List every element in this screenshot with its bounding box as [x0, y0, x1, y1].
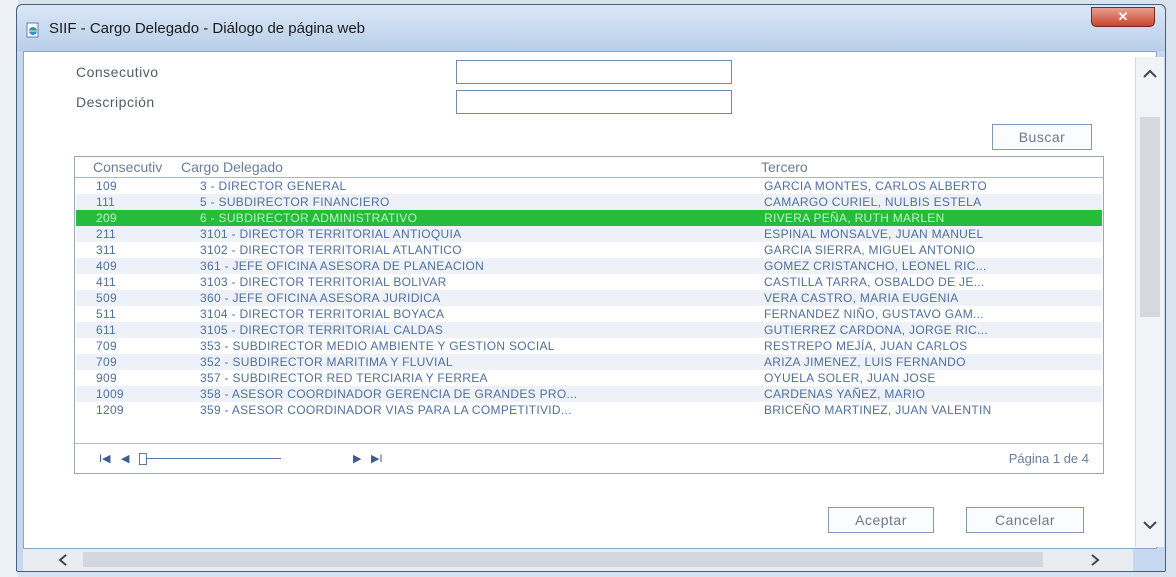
cell-consecutivo: 411 — [96, 275, 117, 289]
cell-tercero: GARCIA MONTES, CARLOS ALBERTO — [764, 179, 987, 193]
table-row[interactable]: 1009 358 - ASESOR COORDINADOR GERENCIA DE… — [76, 386, 1102, 402]
chevron-up-icon[interactable] — [1142, 67, 1158, 79]
table-row[interactable]: 909 357 - SUBDIRECTOR RED TERCIARIA Y FER… — [76, 370, 1102, 386]
cell-cargo: 359 - ASESOR COORDINADOR VIAS PARA LA CO… — [200, 403, 572, 417]
first-page-icon[interactable]: I◀ — [99, 452, 111, 465]
cell-tercero: OYUELA SOLER, JUAN JOSE — [764, 371, 936, 385]
chevron-left-icon[interactable] — [57, 553, 69, 567]
close-icon: ✕ — [1117, 9, 1129, 24]
cell-cargo: 5 - SUBDIRECTOR FINANCIERO — [200, 195, 390, 209]
column-header-tercero[interactable]: Tercero — [761, 159, 808, 175]
cell-consecutivo: 211 — [96, 227, 117, 241]
next-page-icon[interactable]: ▶ — [353, 452, 361, 465]
cell-tercero: GUTIERREZ CARDONA, JORGE RIC... — [764, 323, 988, 337]
cell-cargo: 353 - SUBDIRECTOR MEDIO AMBIENTE Y GESTI… — [200, 339, 555, 353]
cell-consecutivo: 109 — [96, 179, 117, 193]
cell-consecutivo: 709 — [96, 339, 117, 353]
cell-tercero: BRICEÑO MARTINEZ, JUAN VALENTIN — [764, 403, 992, 417]
cell-consecutivo: 909 — [96, 371, 117, 385]
cell-cargo: 3103 - DIRECTOR TERRITORIAL BOLIVAR — [200, 275, 447, 289]
cell-tercero: RESTREPO MEJÍA, JUAN CARLOS — [764, 339, 968, 353]
chevron-right-icon[interactable] — [1089, 553, 1101, 567]
close-button[interactable]: ✕ — [1091, 7, 1155, 27]
vertical-scrollbar[interactable] — [1135, 57, 1164, 547]
cell-cargo: 3101 - DIRECTOR TERRITORIAL ANTIOQUIA — [200, 227, 462, 241]
cell-tercero: FERNANDEZ NIÑO, GUSTAVO GAM... — [764, 307, 984, 321]
cell-consecutivo: 509 — [96, 291, 117, 305]
table-row[interactable]: 211 3101 - DIRECTOR TERRITORIAL ANTIOQUIA… — [76, 226, 1102, 242]
cell-cargo: 360 - JEFE OFICINA ASESORA JURIDICA — [200, 291, 441, 305]
table-row[interactable]: 411 3103 - DIRECTOR TERRITORIAL BOLIVAR CA… — [76, 274, 1102, 290]
cell-consecutivo: 409 — [96, 259, 117, 273]
ie-page-icon — [26, 22, 39, 38]
cell-consecutivo: 709 — [96, 355, 117, 369]
cell-cargo: 357 - SUBDIRECTOR RED TERCIARIA Y FERREA — [200, 371, 488, 385]
chevron-down-icon[interactable] — [1142, 519, 1158, 531]
table-row[interactable]: 511 3104 - DIRECTOR TERRITORIAL BOYACA FER… — [76, 306, 1102, 322]
table-row[interactable]: 109 3 - DIRECTOR GENERAL GARCIA MONTES, CA… — [76, 178, 1102, 194]
cell-tercero: GOMEZ CRISTANCHO, LEONEL RIC... — [764, 259, 987, 273]
cancelar-button[interactable]: Cancelar — [966, 507, 1084, 533]
cell-tercero: VERA CASTRO, MARIA EUGENIA — [764, 291, 959, 305]
cell-tercero: CARDENAS YAÑEZ, MARIO — [764, 387, 926, 401]
cell-tercero: CASTILLA TARRA, OSBALDO DE JE... — [764, 275, 985, 289]
cell-consecutivo: 209 — [96, 211, 117, 225]
cell-cargo: 3105 - DIRECTOR TERRITORIAL CALDAS — [200, 323, 444, 337]
vertical-scroll-thumb[interactable] — [1140, 117, 1160, 317]
cell-consecutivo: 1009 — [96, 387, 124, 401]
table-row[interactable]: 209 6 - SUBDIRECTOR ADMINISTRATIVO RIVERA … — [76, 210, 1102, 226]
title-bar[interactable]: SIIF - Cargo Delegado - Diálogo de págin… — [17, 5, 1165, 51]
cell-cargo: 3104 - DIRECTOR TERRITORIAL BOYACA — [200, 307, 445, 321]
table-row[interactable]: 111 5 - SUBDIRECTOR FINANCIERO CAMARGO CUR… — [76, 194, 1102, 210]
table-row[interactable]: 1209 359 - ASESOR COORDINADOR VIAS PARA L… — [76, 402, 1102, 418]
consecutivo-input[interactable] — [456, 60, 732, 84]
dialog-window: SIIF - Cargo Delegado - Diálogo de págin… — [16, 4, 1166, 572]
grid-pager: I◀ ◀ ▶ ▶I Página 1 de 4 — [75, 443, 1103, 474]
results-grid: Consecutiv Cargo Delegado Tercero 109 3 -… — [74, 156, 1104, 474]
cell-cargo: 3102 - DIRECTOR TERRITORIAL ATLANTICO — [200, 243, 462, 257]
grid-rows: 109 3 - DIRECTOR GENERAL GARCIA MONTES, CA… — [76, 178, 1102, 418]
table-row[interactable]: 611 3105 - DIRECTOR TERRITORIAL CALDAS GUT… — [76, 322, 1102, 338]
descripcion-input[interactable] — [456, 90, 732, 114]
window-title: SIIF - Cargo Delegado - Diálogo de págin… — [49, 20, 366, 37]
cell-cargo: 358 - ASESOR COORDINADOR GERENCIA DE GRA… — [200, 387, 578, 401]
page-slider-track[interactable] — [141, 458, 281, 459]
prev-page-icon[interactable]: ◀ — [121, 452, 129, 465]
buscar-button[interactable]: Buscar — [992, 124, 1092, 150]
cell-tercero: ESPINAL MONSALVE, JUAN MANUEL — [764, 227, 984, 241]
cell-cargo: 352 - SUBDIRECTOR MARITIMA Y FLUVIAL — [200, 355, 453, 369]
page-info: Página 1 de 4 — [1008, 451, 1089, 466]
page-slider-thumb[interactable] — [139, 453, 147, 465]
cell-consecutivo: 111 — [96, 195, 116, 209]
cell-tercero: ARIZA JIMENEZ, LUIS FERNANDO — [764, 355, 966, 369]
consecutivo-label: Consecutivo — [76, 64, 159, 80]
cell-tercero: GARCIA SIERRA, MIGUEL ANTONIO — [764, 243, 976, 257]
cell-cargo: 6 - SUBDIRECTOR ADMINISTRATIVO — [200, 211, 418, 225]
table-row[interactable]: 709 353 - SUBDIRECTOR MEDIO AMBIENTE Y GE… — [76, 338, 1102, 354]
column-header-cargo[interactable]: Cargo Delegado — [181, 159, 283, 175]
cell-consecutivo: 311 — [96, 243, 117, 257]
cell-consecutivo: 1209 — [96, 403, 124, 417]
table-row[interactable]: 409 361 - JEFE OFICINA ASESORA DE PLANEAC… — [76, 258, 1102, 274]
table-row[interactable]: 709 352 - SUBDIRECTOR MARITIMA Y FLUVIAL A… — [76, 354, 1102, 370]
horizontal-scrollbar[interactable] — [23, 549, 1133, 571]
horizontal-scroll-thumb[interactable] — [83, 552, 1043, 567]
column-header-consecutivo[interactable]: Consecutiv — [93, 159, 162, 175]
cell-tercero: CAMARGO CURIEL, NULBIS ESTELA — [764, 195, 982, 209]
table-row[interactable]: 311 3102 - DIRECTOR TERRITORIAL ATLANTICO… — [76, 242, 1102, 258]
table-row[interactable]: 509 360 - JEFE OFICINA ASESORA JURIDICA VE… — [76, 290, 1102, 306]
last-page-icon[interactable]: ▶I — [371, 452, 383, 465]
dialog-content: Consecutivo Descripción Buscar Consecuti… — [23, 51, 1157, 549]
cell-consecutivo: 511 — [96, 307, 117, 321]
cell-consecutivo: 611 — [96, 323, 117, 337]
cell-tercero: RIVERA PEÑA, RUTH MARLEN — [764, 211, 945, 225]
grid-header: Consecutiv Cargo Delegado Tercero — [75, 157, 1103, 178]
aceptar-button[interactable]: Aceptar — [828, 507, 934, 533]
descripcion-label: Descripción — [76, 94, 155, 110]
cell-cargo: 3 - DIRECTOR GENERAL — [200, 179, 347, 193]
cell-cargo: 361 - JEFE OFICINA ASESORA DE PLANEACION — [200, 259, 485, 273]
